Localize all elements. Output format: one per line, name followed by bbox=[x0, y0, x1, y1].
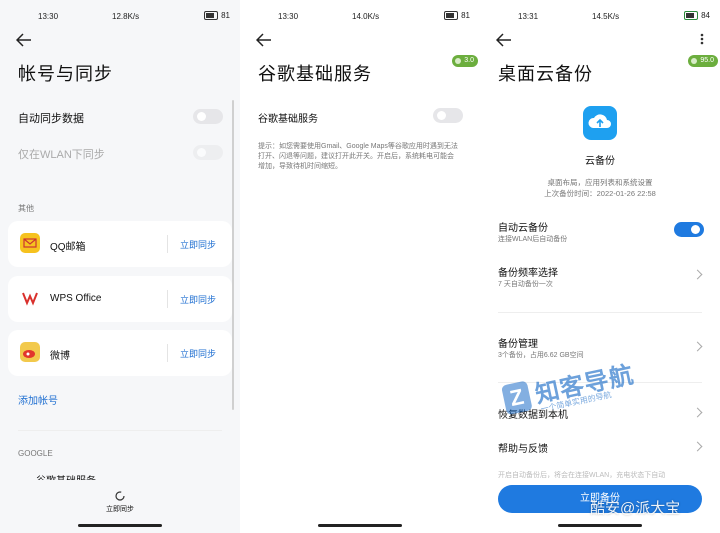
battery-level: 84 bbox=[701, 11, 710, 20]
app-name: 云备份 bbox=[585, 156, 615, 167]
hint-text: 提示：如您需要使用Gmail、Google Maps等谷歌应用时遇到无法打开、闪… bbox=[258, 143, 458, 170]
google-services-toggle[interactable] bbox=[433, 108, 463, 123]
weibo-icon bbox=[20, 342, 40, 362]
account-sync-screen: 13:30 12.8K/s 81 帐号与同步 自动同步数据 仅在WLAN下同步 … bbox=[0, 0, 240, 533]
home-indicator[interactable] bbox=[78, 524, 162, 527]
divider bbox=[167, 235, 168, 253]
auto-backup-toggle[interactable] bbox=[674, 222, 704, 237]
page-title: 桌面云备份 bbox=[498, 64, 593, 84]
battery-level: 81 bbox=[221, 11, 230, 20]
backup-management-title[interactable]: 备份管理 bbox=[498, 335, 538, 350]
add-account-link[interactable]: 添加帐号 bbox=[18, 392, 58, 407]
cloud-backup-screen: 13:31 14.5K/s 84 95.0 桌面云备份 云备份 桌面布局，应用列… bbox=[480, 0, 720, 533]
status-bar: 13:30 14.0K/s 81 bbox=[240, 8, 480, 24]
section-other-header: 其他 bbox=[18, 204, 34, 213]
account-card-weibo[interactable]: 微博 立即同步 bbox=[8, 330, 232, 376]
sync-now-button[interactable]: 立即同步 bbox=[180, 293, 216, 306]
watermark-z-icon: Z bbox=[501, 380, 533, 416]
status-time: 13:30 bbox=[278, 12, 299, 21]
status-bar: 13:31 14.5K/s 84 bbox=[480, 8, 720, 24]
battery-level: 81 bbox=[461, 11, 470, 20]
account-name: 微博 bbox=[50, 351, 70, 362]
auto-sync-label: 自动同步数据 bbox=[18, 113, 84, 125]
auto-sync-toggle[interactable] bbox=[193, 109, 223, 124]
google-service-item[interactable]: 谷歌基础服务 bbox=[36, 472, 96, 480]
chevron-right-icon bbox=[692, 269, 703, 280]
home-indicator[interactable] bbox=[318, 524, 402, 527]
back-arrow-icon[interactable] bbox=[496, 33, 512, 47]
auto-backup-title: 自动云备份 bbox=[498, 223, 548, 234]
auto-backup-subtitle: 连接WLAN后自动备份 bbox=[498, 236, 568, 243]
page-title: 谷歌基础服务 bbox=[258, 64, 372, 84]
scrollbar[interactable] bbox=[232, 100, 234, 410]
bottom-sync-label: 立即同步 bbox=[106, 506, 134, 513]
status-time: 13:31 bbox=[518, 12, 539, 21]
wps-icon bbox=[20, 288, 40, 308]
account-name: QQ邮箱 bbox=[50, 242, 86, 253]
chevron-right-icon bbox=[692, 407, 703, 418]
status-network-speed: 14.5K/s bbox=[592, 12, 620, 21]
wlan-only-toggle[interactable] bbox=[193, 145, 223, 160]
divider bbox=[167, 290, 168, 308]
backup-description: 桌面布局，应用列表和系统设置 bbox=[547, 178, 653, 187]
frame-rate-badge: 95.0 bbox=[688, 55, 718, 67]
sync-now-button[interactable]: 立即同步 bbox=[180, 347, 216, 360]
back-arrow-icon[interactable] bbox=[16, 33, 32, 47]
section-google-header: GOOGLE bbox=[18, 449, 53, 458]
battery-icon bbox=[684, 11, 699, 20]
status-icons: 81 bbox=[204, 11, 230, 20]
frame-rate-badge: 3.0 bbox=[452, 55, 478, 67]
google-services-label: 谷歌基础服务 bbox=[258, 114, 318, 125]
wlan-only-label: 仅在WLAN下同步 bbox=[18, 149, 105, 161]
battery-icon bbox=[204, 11, 219, 20]
home-indicator[interactable] bbox=[558, 524, 642, 527]
account-name: WPS Office bbox=[50, 293, 102, 304]
status-icons: 84 bbox=[684, 11, 710, 20]
refresh-icon bbox=[115, 491, 125, 501]
qq-mail-icon bbox=[20, 233, 40, 253]
backup-frequency-title[interactable]: 备份频率选择 bbox=[498, 264, 558, 279]
auto-backup-note: 开启自动备份后，将会在连接WLAN，充电状态下自动 bbox=[498, 472, 666, 479]
account-card-qq-mail[interactable]: QQ邮箱 立即同步 bbox=[8, 221, 232, 267]
backup-frequency-subtitle: 7 天自动备份一次 bbox=[498, 281, 553, 288]
cloud-backup-icon bbox=[583, 106, 617, 140]
status-time: 13:30 bbox=[38, 12, 59, 21]
bottom-sync-bar[interactable]: 立即同步 bbox=[0, 488, 240, 518]
chevron-right-icon bbox=[692, 441, 703, 452]
more-menu-icon[interactable] bbox=[700, 33, 704, 45]
divider bbox=[18, 430, 222, 431]
page-title: 帐号与同步 bbox=[18, 64, 113, 84]
last-backup-time: 上次备份时间：2022-01-26 22:58 bbox=[544, 189, 656, 198]
chevron-right-icon bbox=[692, 341, 703, 352]
back-arrow-icon[interactable] bbox=[256, 33, 272, 47]
divider bbox=[167, 344, 168, 362]
sync-now-button[interactable]: 立即同步 bbox=[180, 238, 216, 251]
status-network-speed: 14.0K/s bbox=[352, 12, 380, 21]
status-network-speed: 12.8K/s bbox=[112, 12, 140, 21]
watermark-credit: 酷安@派大宝 bbox=[590, 500, 681, 517]
battery-icon bbox=[444, 11, 459, 20]
status-bar: 13:30 12.8K/s 81 bbox=[0, 8, 240, 24]
google-services-screen: 13:30 14.0K/s 81 3.0 谷歌基础服务 谷歌基础服务 提示：如您… bbox=[240, 0, 480, 533]
divider bbox=[498, 312, 702, 313]
account-card-wps[interactable]: WPS Office 立即同步 bbox=[8, 276, 232, 322]
status-icons: 81 bbox=[444, 11, 470, 20]
